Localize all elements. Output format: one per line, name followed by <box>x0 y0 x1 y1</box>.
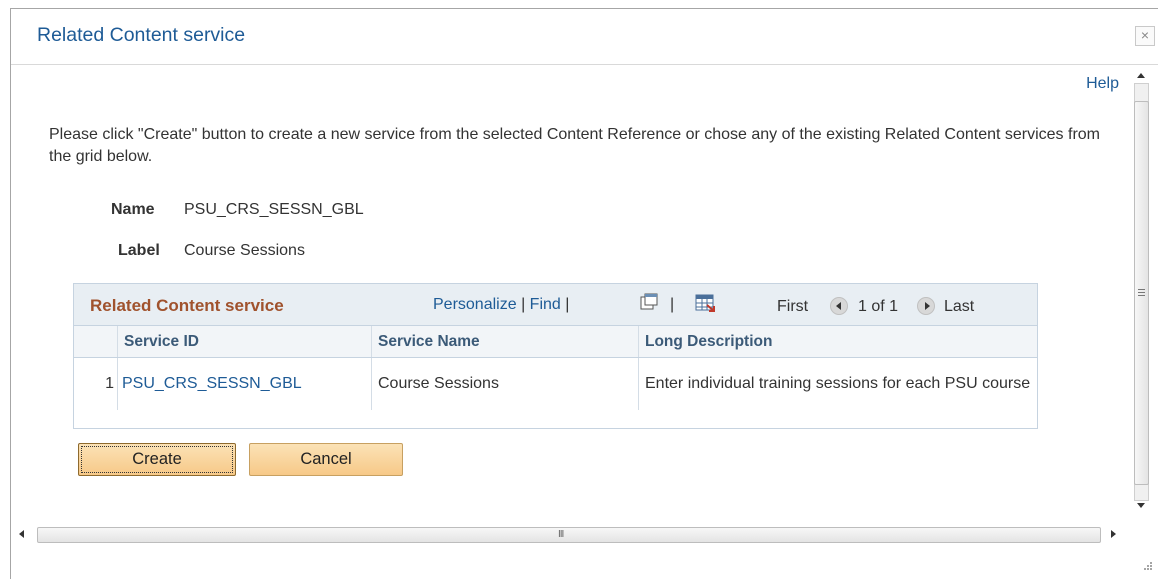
related-content-grid: Related Content service Personalize | Fi… <box>73 283 1038 429</box>
column-header-service-id[interactable]: Service ID <box>117 326 372 358</box>
first-label: First <box>777 298 809 315</box>
help-link[interactable]: Help <box>1086 75 1119 93</box>
scroll-up-arrow-icon[interactable] <box>1137 73 1145 78</box>
name-label: Name <box>111 201 155 218</box>
horizontal-scroll-thumb[interactable]: III <box>37 527 1101 543</box>
view-all-popout-icon[interactable] <box>640 293 658 310</box>
close-button[interactable]: × <box>1135 26 1155 46</box>
column-header-service-name[interactable]: Service Name <box>371 326 639 358</box>
related-content-dialog: Related Content service × Help Please cl… <box>10 8 1158 579</box>
grid-title: Related Content service <box>90 296 284 315</box>
services-table: Service ID Service Name Long Description… <box>74 326 1037 410</box>
find-link[interactable]: Find <box>530 296 561 313</box>
label-label: Label <box>118 242 160 259</box>
table-header-row: Service ID Service Name Long Description <box>74 326 1037 358</box>
table-row: 1 PSU_CRS_SESSN_GBL Course Sessions Ente… <box>74 357 1037 410</box>
horizontal-scrollbar[interactable]: III <box>11 521 1123 547</box>
vertical-scrollbar[interactable] <box>1123 65 1158 515</box>
grid-header: Related Content service Personalize | Fi… <box>74 284 1037 326</box>
cancel-button[interactable]: Cancel <box>249 443 403 476</box>
scroll-grip: III <box>558 529 564 540</box>
rownum-header <box>74 326 118 358</box>
last-label: Last <box>944 298 975 315</box>
nav-separator: | <box>565 296 570 313</box>
scroll-down-arrow-icon[interactable] <box>1137 503 1145 508</box>
nav-separator: | <box>521 296 526 313</box>
previous-row-button[interactable] <box>830 297 848 315</box>
service-id-cell: PSU_CRS_SESSN_GBL <box>117 357 372 410</box>
service-id-link[interactable]: PSU_CRS_SESSN_GBL <box>122 375 302 392</box>
instructions-text: Please click "Create" button to create a… <box>49 126 1100 165</box>
row-number: 1 <box>74 357 118 410</box>
personalize-link[interactable]: Personalize <box>433 296 517 313</box>
download-excel-icon[interactable] <box>695 294 715 312</box>
dialog-title: Related Content service <box>37 24 246 46</box>
column-header-long-description[interactable]: Long Description <box>638 326 1037 358</box>
row-range: 1 of 1 <box>858 298 899 315</box>
label-value: Course Sessions <box>184 242 305 259</box>
vertical-scroll-thumb[interactable] <box>1134 101 1149 485</box>
resize-grip-icon[interactable] <box>1141 560 1153 572</box>
service-name-cell: Course Sessions <box>371 357 639 410</box>
long-description-cell: Enter individual training sessions for e… <box>645 375 1031 392</box>
dialog-titlebar[interactable]: Related Content service × <box>11 9 1158 65</box>
create-button[interactable]: Create <box>78 443 236 476</box>
dialog-content: Help Please click "Create" button to cre… <box>11 65 1123 513</box>
name-value: PSU_CRS_SESSN_GBL <box>184 201 364 218</box>
scroll-right-arrow-icon[interactable] <box>1111 530 1116 538</box>
next-row-button[interactable] <box>917 297 935 315</box>
nav-separator: | <box>670 296 675 313</box>
scroll-left-arrow-icon[interactable] <box>19 530 24 538</box>
